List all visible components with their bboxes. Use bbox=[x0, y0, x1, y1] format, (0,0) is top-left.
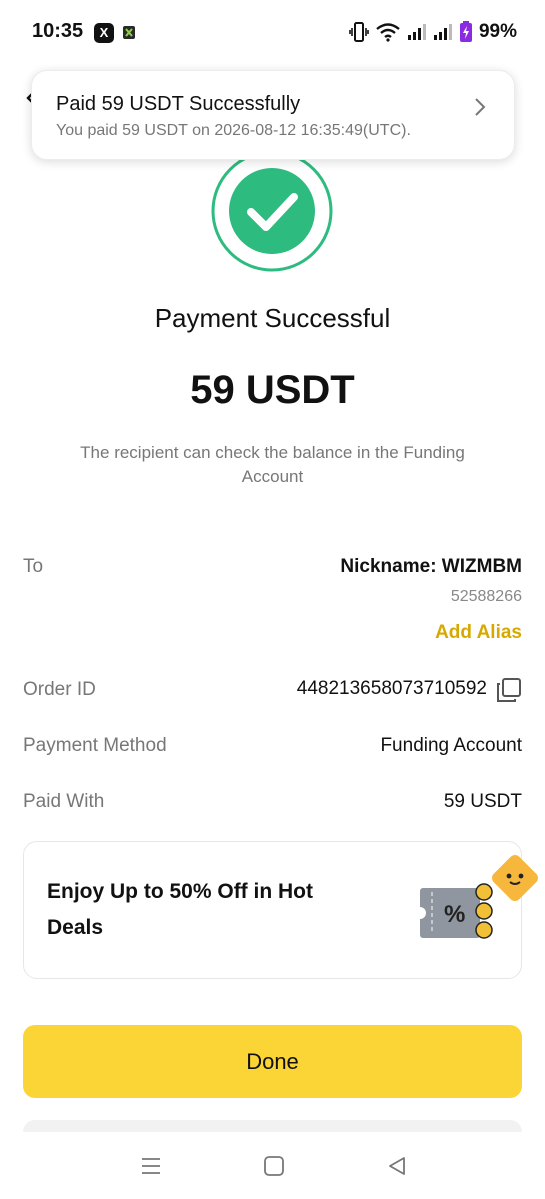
page-title: Payment Successful bbox=[154, 303, 391, 333]
vibrate-icon bbox=[349, 22, 369, 42]
to-label: To bbox=[23, 556, 44, 577]
home-icon[interactable] bbox=[263, 1155, 285, 1177]
payment-amount: 59 USDT bbox=[190, 368, 355, 412]
svg-text:%: % bbox=[444, 901, 465, 928]
order-id-label: Order ID bbox=[23, 679, 96, 700]
status-icons: 99% bbox=[349, 18, 517, 46]
mascot-icon[interactable] bbox=[485, 848, 545, 908]
done-button[interactable]: Done bbox=[23, 1025, 522, 1098]
promo-text: Enjoy Up to 50% Off in Hot Deals bbox=[47, 880, 313, 939]
copy-icon[interactable] bbox=[496, 677, 522, 703]
status-bar: 10:35 X 99% bbox=[0, 0, 545, 64]
system-nav-bar bbox=[0, 1132, 545, 1199]
signal-icon bbox=[407, 24, 426, 40]
payment-toast[interactable]: Paid 59 USDT Successfully You paid 59 US… bbox=[31, 70, 515, 160]
payment-method-label: Payment Method bbox=[23, 735, 167, 756]
status-time: 10:35 bbox=[32, 20, 84, 42]
hot-deals-card[interactable]: Enjoy Up to 50% Off in Hot Deals % bbox=[23, 841, 522, 979]
payment-method-value: Funding Account bbox=[380, 735, 522, 756]
x-app-icon: X bbox=[94, 23, 114, 43]
balance-note: The recipient can check the balance in t… bbox=[80, 443, 465, 486]
back-triangle-icon[interactable] bbox=[386, 1155, 408, 1177]
order-id-value: 448213658073710592 bbox=[296, 678, 487, 699]
add-alias-link[interactable]: Add Alias bbox=[435, 622, 522, 644]
notification-app-icon bbox=[123, 26, 135, 39]
chevron-right-icon bbox=[475, 98, 486, 116]
menu-icon[interactable] bbox=[140, 1156, 162, 1176]
wifi-icon bbox=[376, 23, 400, 42]
success-check-icon bbox=[211, 150, 333, 272]
recipient-nickname: Nickname: WIZMBM bbox=[340, 556, 522, 577]
battery-level: 99% bbox=[478, 21, 517, 42]
recipient-uid: 52588266 bbox=[450, 588, 522, 605]
paid-with-label: Paid With bbox=[23, 791, 105, 812]
toast-subtitle: You paid 59 USDT on 2026-08-12 16:35:49(… bbox=[56, 122, 411, 139]
paid-with-value: 59 USDT bbox=[443, 791, 522, 812]
signal-icon bbox=[433, 24, 452, 40]
battery-charging-icon bbox=[459, 21, 472, 42]
toast-title: Paid 59 USDT Successfully bbox=[56, 93, 301, 115]
